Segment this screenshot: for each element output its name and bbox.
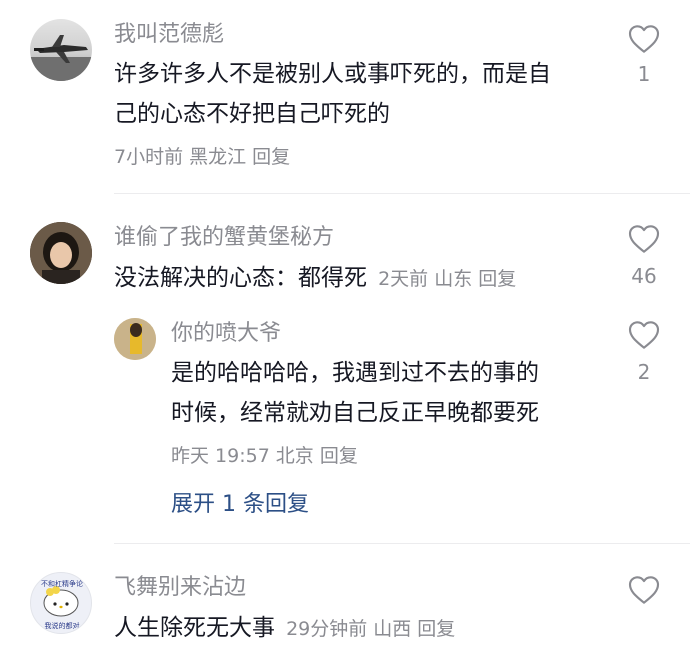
like-count: 2 <box>637 360 651 384</box>
heart-icon[interactable] <box>628 24 660 54</box>
comment-body: 没法解决的心态：都得死 2天前 山东 回复 <box>114 258 522 300</box>
comment-location: 黑龙江 <box>189 146 247 168</box>
comment-time: 7小时前 <box>114 146 184 168</box>
comment-meta: 2天前 山东 回复 <box>378 268 522 290</box>
comment-text-line[interactable]: 许多许多人不是被别人或事吓死的，而是自 <box>114 54 551 94</box>
comment-meta: 7小时前 黑龙江 回复 <box>114 142 296 169</box>
reply-button[interactable]: 回复 <box>320 445 358 467</box>
reply-time: 昨天 19:57 <box>171 445 270 467</box>
username[interactable]: 我叫范德彪 <box>114 22 224 48</box>
like-count: 1 <box>637 62 651 86</box>
reply-button[interactable]: 回复 <box>252 146 290 168</box>
divider <box>114 543 690 544</box>
like-count: 46 <box>631 264 657 288</box>
comment-time: 29分钟前 <box>286 618 368 640</box>
avatar-caption: 我说的都对 <box>44 622 80 630</box>
avatar[interactable] <box>30 19 92 81</box>
comment-body: 人生除死无大事 29分钟前 山西 回复 <box>114 608 461 650</box>
expand-replies-button[interactable]: 展开 1 条回复 <box>171 486 309 518</box>
username[interactable]: 飞舞别来沾边 <box>114 575 246 601</box>
reply-meta: 昨天 19:57 北京 回复 <box>171 441 364 468</box>
avatar[interactable] <box>30 222 92 284</box>
avatar[interactable]: 不和杠精争论 我说的都对 <box>30 572 92 634</box>
comment-text-line[interactable]: 己的心态不好把自己吓死的 <box>114 94 390 134</box>
reply-button[interactable]: 回复 <box>417 618 455 640</box>
heart-icon[interactable] <box>628 575 660 605</box>
person-avatar-image <box>114 318 156 360</box>
reply-text-line[interactable]: 时候，经常就劝自己反正早晚都要死 <box>171 393 539 433</box>
avatar-caption: 不和杠精争论 <box>41 580 83 588</box>
person-avatar-image <box>30 222 92 284</box>
comment-text[interactable]: 没法解决的心态：都得死 <box>114 265 367 291</box>
comment-meta: 29分钟前 山西 回复 <box>286 618 461 640</box>
jet-avatar-image <box>30 35 92 81</box>
comment-location: 山东 <box>434 268 473 290</box>
comment-location: 山西 <box>373 618 412 640</box>
reply-button[interactable]: 回复 <box>478 268 516 290</box>
comment-time: 2天前 <box>378 268 429 290</box>
heart-icon[interactable] <box>628 224 660 254</box>
username[interactable]: 你的喷大爷 <box>171 321 281 347</box>
avatar[interactable] <box>114 318 156 360</box>
heart-icon[interactable] <box>628 320 660 350</box>
reply-location: 北京 <box>275 445 314 467</box>
comment-text[interactable]: 人生除死无大事 <box>114 615 275 641</box>
divider <box>114 193 690 194</box>
reply-text-line[interactable]: 是的哈哈哈哈，我遇到过不去的事的 <box>171 353 539 393</box>
username[interactable]: 谁偷了我的蟹黄堡秘方 <box>114 225 334 251</box>
